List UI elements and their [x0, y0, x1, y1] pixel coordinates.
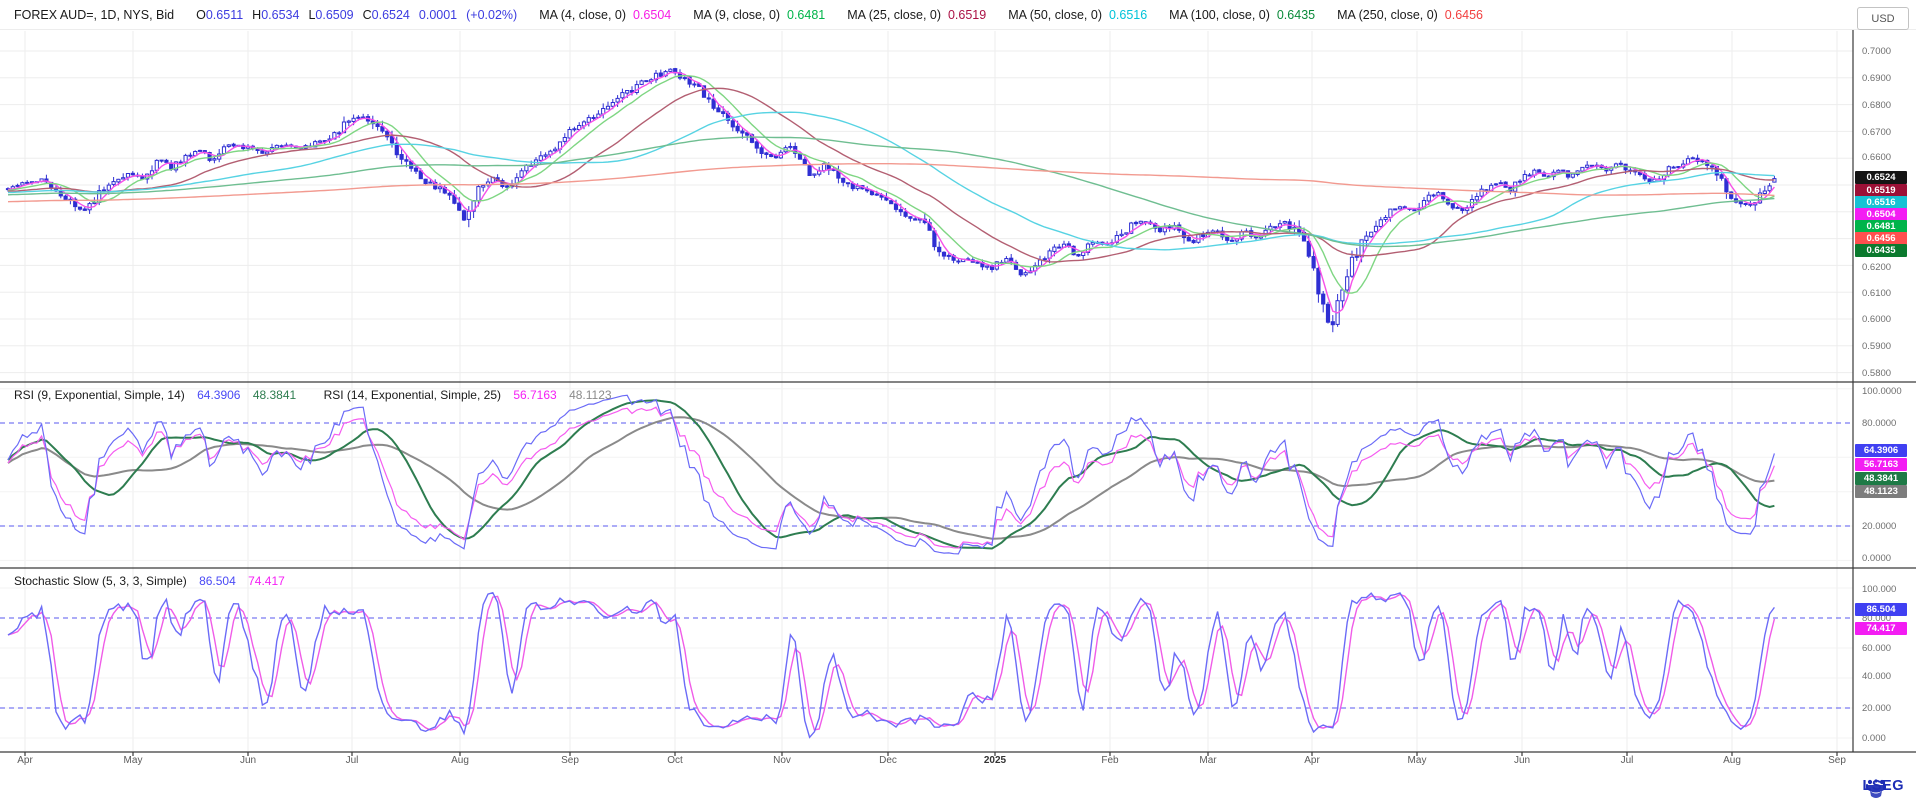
- month-label: Jul: [346, 755, 359, 766]
- axis-label: 0.6700: [1862, 127, 1891, 138]
- instrument-title: FOREX AUD=, 1D, NYS, Bid: [14, 8, 174, 22]
- ohlc-item: L0.6509: [308, 8, 353, 22]
- ohlc-item: 0.0001: [419, 8, 457, 22]
- axis-label: 20.0000: [1862, 521, 1896, 532]
- axis-label: 0.5900: [1862, 341, 1891, 352]
- rsi-legend-title-1: RSI (9, Exponential, Simple, 14): [14, 388, 185, 402]
- month-label: Oct: [667, 755, 683, 766]
- stochastic-d-value: 74.417: [248, 574, 285, 588]
- rsi-value-2: 56.7163: [513, 388, 556, 402]
- ma-legend-items: MA (4, close, 0) 0.6504 MA (9, close, 0) …: [539, 8, 1505, 22]
- rsi-legend[interactable]: RSI (9, Exponential, Simple, 14) 64.3906…: [14, 388, 621, 402]
- ma-legend-item[interactable]: MA (250, close, 0) 0.6456: [1337, 8, 1483, 22]
- price-badge: 48.1123: [1855, 485, 1907, 498]
- month-label: May: [124, 755, 143, 766]
- month-label: Sep: [561, 755, 579, 766]
- axis-label: 80.0000: [1862, 418, 1896, 429]
- ma-legend-item[interactable]: MA (25, close, 0) 0.6519: [847, 8, 986, 22]
- rsi-legend-title-2: RSI (14, Exponential, Simple, 25): [324, 388, 501, 402]
- axis-label: 0.6000: [1862, 314, 1891, 325]
- axis-label: 0.6100: [1862, 288, 1891, 299]
- lseg-crest-icon: [1863, 778, 1889, 800]
- axis-label: 0.000: [1862, 733, 1886, 744]
- month-label: Jun: [1514, 755, 1530, 766]
- month-label: Feb: [1101, 755, 1118, 766]
- chart-window: FOREX AUD=, 1D, NYS, Bid O0.6511 H0.6534 L…: [0, 0, 1916, 803]
- price-badge: 0.6435: [1855, 244, 1907, 257]
- price-badge: 0.6504: [1855, 208, 1907, 221]
- currency-chip: USD: [1857, 7, 1909, 30]
- axis-label: 0.6600: [1862, 152, 1891, 163]
- price-badge: 74.417: [1855, 622, 1907, 635]
- month-label: Aug: [451, 755, 469, 766]
- ma-legend-item[interactable]: MA (100, close, 0) 0.6435: [1169, 8, 1315, 22]
- ma-legend-item[interactable]: MA (9, close, 0) 0.6481: [693, 8, 825, 22]
- axis-label: 60.000: [1862, 643, 1891, 654]
- ma-legend-item[interactable]: MA (4, close, 0) 0.6504: [539, 8, 671, 22]
- price-badge: 86.504: [1855, 603, 1907, 616]
- rsi-smooth-value-2: 48.1123: [569, 388, 612, 402]
- price-badge: 0.6516: [1855, 196, 1907, 209]
- month-label: Dec: [879, 755, 897, 766]
- ohlc-item: (+0.02%): [466, 8, 517, 22]
- axis-label: 100.000: [1862, 584, 1896, 595]
- axis-label: 0.6200: [1862, 262, 1891, 273]
- axis-label: 0.6900: [1862, 73, 1891, 84]
- time-axis[interactable]: Apr May Jun Jul Aug Sep Oct Nov Dec 2025 Feb Mar Apr…: [0, 755, 1853, 771]
- price-badge: 0.6481: [1855, 220, 1907, 233]
- month-label: Apr: [1304, 755, 1320, 766]
- month-label: Aug: [1723, 755, 1741, 766]
- price-badge: 56.7163: [1855, 458, 1907, 471]
- axis-label: 0.5800: [1862, 368, 1891, 379]
- ma-legend-item[interactable]: MA (50, close, 0) 0.6516: [1008, 8, 1147, 22]
- month-label: Jul: [1621, 755, 1634, 766]
- ohlc-values: O0.6511 H0.6534 L0.6509 C0.6524 0.0001 (+0.02…: [196, 8, 539, 22]
- ohlc-item: C0.6524: [363, 8, 410, 22]
- stochastic-legend[interactable]: Stochastic Slow (5, 3, 3, Simple) 86.504…: [14, 574, 294, 588]
- price-badge: 0.6519: [1855, 184, 1907, 197]
- rsi-smooth-value-1: 48.3841: [253, 388, 296, 402]
- month-label: Mar: [1199, 755, 1216, 766]
- lseg-logo: LSEG: [1863, 778, 1904, 794]
- axis-label: 0.7000: [1862, 46, 1891, 57]
- axis-label: 0.0000: [1862, 553, 1891, 564]
- axis-label: 40.000: [1862, 671, 1891, 682]
- month-label: Nov: [773, 755, 791, 766]
- price-badge: 48.3841: [1855, 472, 1907, 485]
- month-label: Sep: [1828, 755, 1846, 766]
- chart-header-legend[interactable]: FOREX AUD=, 1D, NYS, Bid O0.6511 H0.6534 L…: [0, 0, 1916, 30]
- rsi-value-1: 64.3906: [197, 388, 240, 402]
- stochastic-legend-title: Stochastic Slow (5, 3, 3, Simple): [14, 574, 187, 588]
- month-label: May: [1408, 755, 1427, 766]
- axis-label: 0.6800: [1862, 100, 1891, 111]
- stochastic-k-value: 86.504: [199, 574, 236, 588]
- axis-label: 20.000: [1862, 703, 1891, 714]
- axis-label: 100.0000: [1862, 386, 1902, 397]
- ohlc-item: O0.6511: [196, 8, 243, 22]
- month-label: 2025: [984, 755, 1006, 766]
- ohlc-item: H0.6534: [252, 8, 299, 22]
- month-label: Apr: [17, 755, 33, 766]
- price-badge: 0.6524: [1855, 171, 1907, 184]
- month-label: Jun: [240, 755, 256, 766]
- price-badge: 0.6456: [1855, 232, 1907, 245]
- price-badge: 64.3906: [1855, 444, 1907, 457]
